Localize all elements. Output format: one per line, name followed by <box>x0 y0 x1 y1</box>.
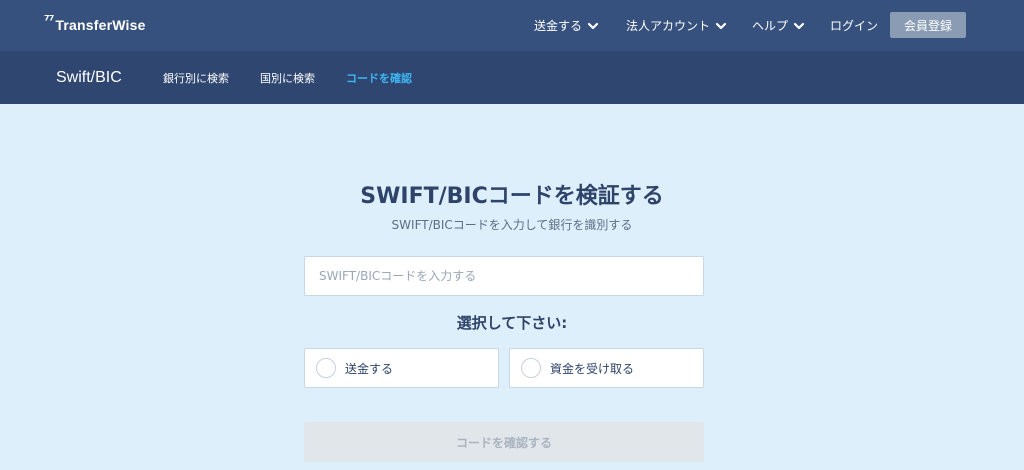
subnav-search-by-country[interactable]: 国別に検索 <box>260 51 315 104</box>
verify-code-button[interactable]: コードを確認する <box>304 422 704 462</box>
nav-help-label: ヘルプ <box>752 19 789 33</box>
option-receive-radio[interactable]: 資金を受け取る <box>509 348 704 388</box>
transferwise-logo[interactable]: ⁷⁷ TransferWise <box>44 14 146 36</box>
signup-button[interactable]: 会員登録 <box>890 12 966 38</box>
option-receive-label: 資金を受け取る <box>550 361 635 376</box>
nav-login-label: ログイン <box>830 19 879 33</box>
chevron-down-icon <box>715 22 727 29</box>
nav-send-label: 送金する <box>534 19 583 33</box>
radio-circle-icon[interactable] <box>316 358 336 378</box>
page-subtitle: SWIFT/BICコードを入力して銀行を識別する <box>391 218 633 232</box>
swift-code-input[interactable] <box>304 256 704 296</box>
chevron-down-icon <box>793 22 805 29</box>
top-navigation-bar: ⁷⁷ TransferWise 送金する 法人アカウント ヘルプ ログイン 会員… <box>0 0 1024 51</box>
subnav-search-by-bank[interactable]: 銀行別に検索 <box>163 51 229 104</box>
nav-business-label: 法人アカウント <box>626 19 711 33</box>
transferwise-logo-icon: ⁷⁷ <box>44 13 54 29</box>
option-send-radio[interactable]: 送金する <box>304 348 499 388</box>
option-send-label: 送金する <box>345 361 394 376</box>
logo-text: TransferWise <box>55 17 146 33</box>
nav-send-menu[interactable]: 送金する <box>534 0 599 51</box>
chevron-down-icon <box>587 22 599 29</box>
sub-navigation-bar: Swift/BIC 銀行別に検索 国別に検索 コードを確認 <box>0 51 1024 104</box>
nav-business-menu[interactable]: 法人アカウント <box>626 0 727 51</box>
subnav-verify-code[interactable]: コードを確認 <box>346 51 412 104</box>
nav-help-menu[interactable]: ヘルプ <box>752 0 805 51</box>
section-brand[interactable]: Swift/BIC <box>56 51 122 104</box>
choose-label: 選択して下さい: <box>456 314 568 332</box>
radio-circle-icon[interactable] <box>521 358 541 378</box>
nav-login-link[interactable]: ログイン <box>830 0 878 51</box>
page-title: SWIFT/BICコードを検証する <box>360 184 664 209</box>
